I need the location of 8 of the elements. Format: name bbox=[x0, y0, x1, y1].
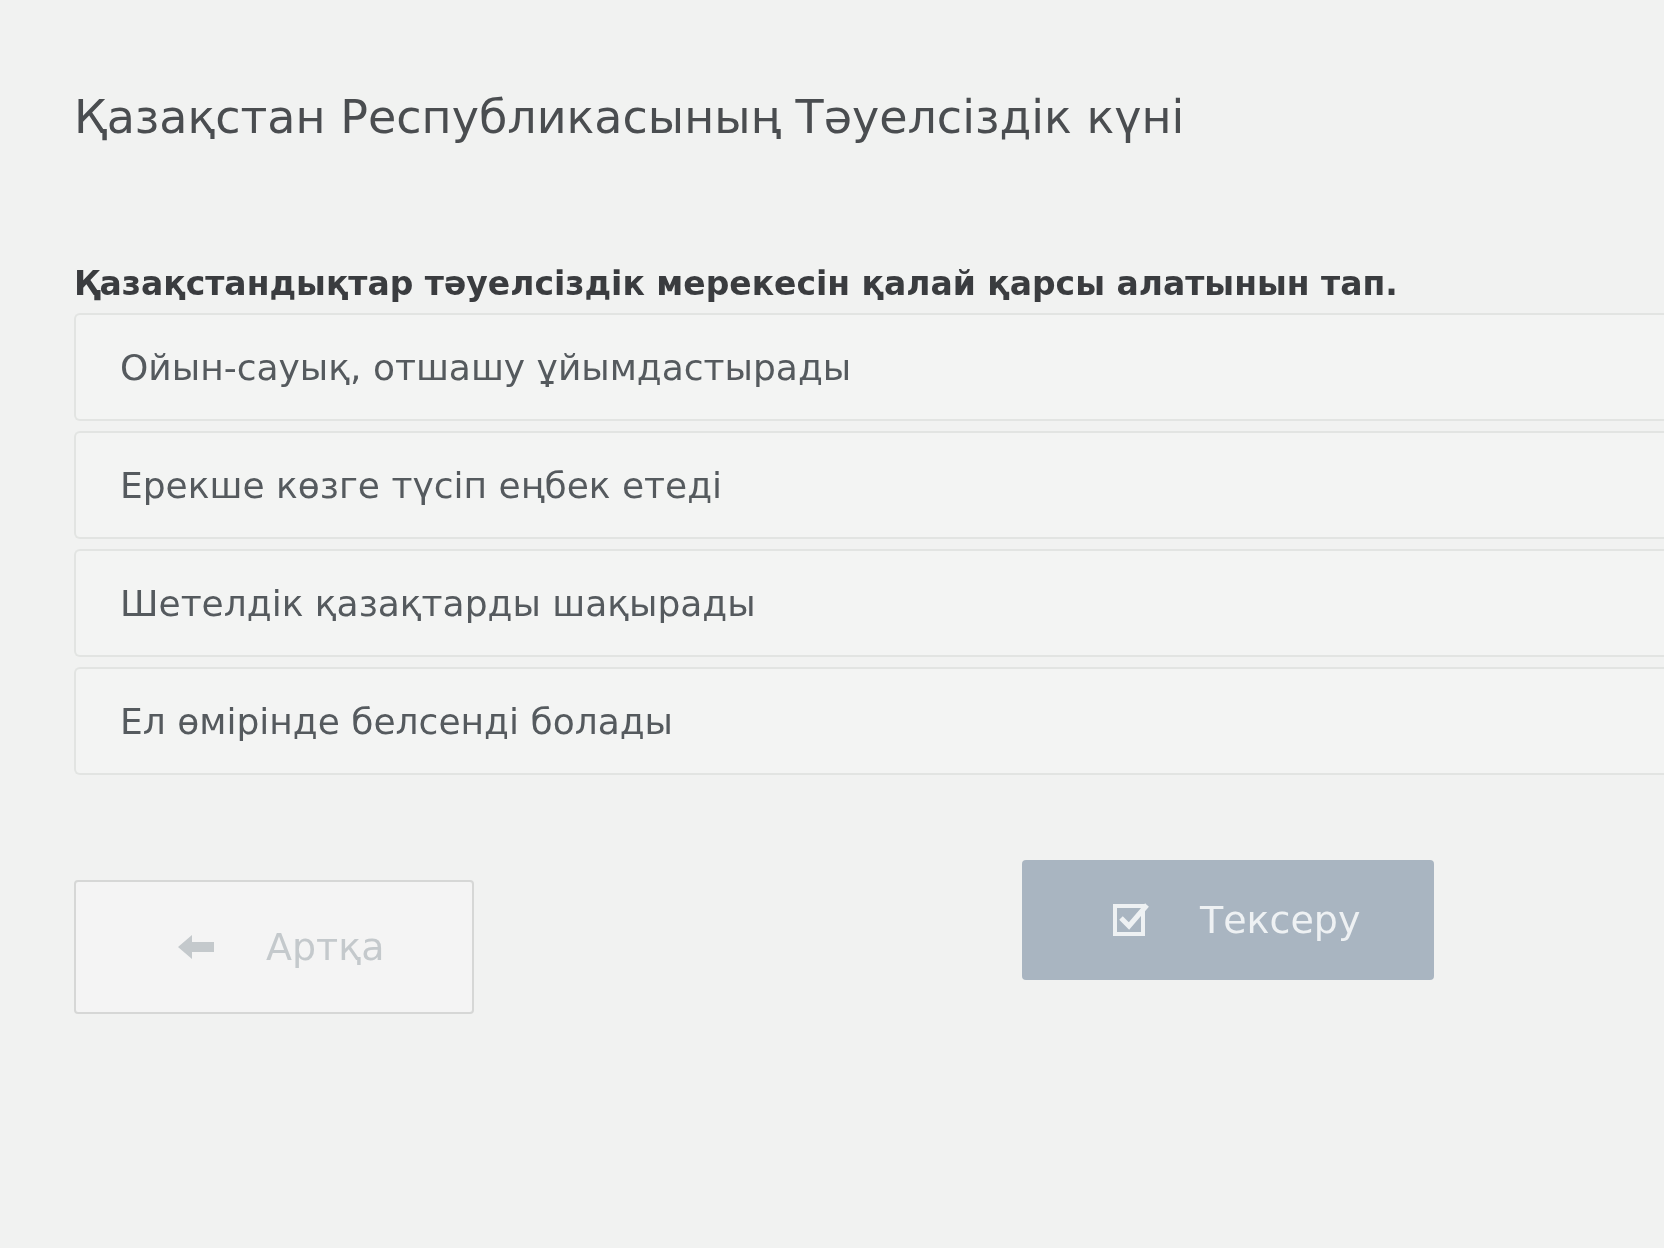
page-title: Қазақстан Республикасының Тәуелсіздік күні bbox=[74, 90, 1186, 144]
answer-option[interactable]: Ерекше көзге түсіп еңбек етеді bbox=[74, 431, 1664, 539]
answer-option[interactable]: Ел өмірінде белсенді болады bbox=[74, 667, 1664, 775]
arrow-left-icon bbox=[176, 932, 216, 962]
answer-option[interactable]: Шетелдік қазақтарды шақырады bbox=[74, 549, 1664, 657]
question-text: Қазақстандықтар тәуелсіздік мерекесін қалай қарсы алатынын тап. bbox=[74, 264, 1399, 303]
checkbox-icon bbox=[1112, 901, 1150, 939]
answer-option[interactable]: Ойын-сауық, отшашу ұйымдастырады bbox=[74, 313, 1664, 421]
